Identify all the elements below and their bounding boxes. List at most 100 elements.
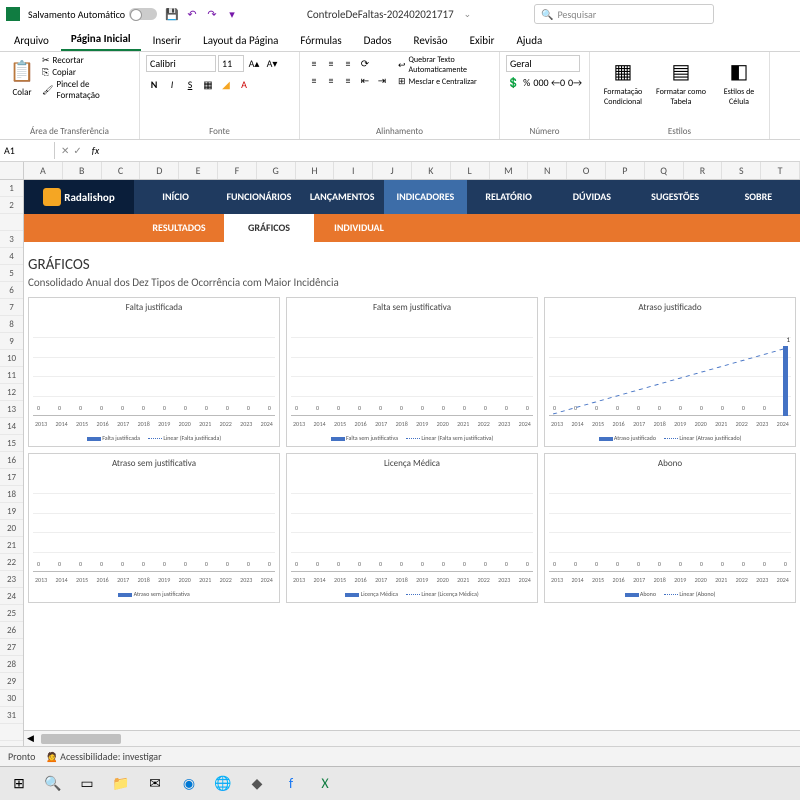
- autosave-toggle[interactable]: Salvamento Automático: [28, 8, 157, 21]
- col-header[interactable]: H: [296, 162, 335, 179]
- col-header[interactable]: I: [334, 162, 373, 179]
- task-view-icon[interactable]: ▭: [72, 770, 102, 798]
- nav-dúvidas[interactable]: DÚVIDAS: [550, 180, 633, 214]
- currency-icon[interactable]: 💲: [506, 74, 520, 90]
- search-taskbar-icon[interactable]: 🔍: [38, 770, 68, 798]
- row-header[interactable]: 3: [0, 231, 23, 248]
- row-header[interactable]: 15: [0, 435, 23, 452]
- brand-logo[interactable]: Radalishop: [24, 180, 134, 214]
- col-header[interactable]: A: [24, 162, 63, 179]
- paste-button[interactable]: 📋 Colar: [6, 55, 38, 125]
- menu-tab-arquivo[interactable]: Arquivo: [4, 30, 59, 51]
- merge-center-button[interactable]: ⊞Mesclar e Centralizar: [398, 76, 493, 87]
- row-header[interactable]: 25: [0, 605, 23, 622]
- accessibility-status[interactable]: 🙍 Acessibilidade: investigar: [45, 750, 161, 763]
- underline-button[interactable]: S: [182, 76, 198, 92]
- cut-button[interactable]: ✂Recortar: [42, 55, 133, 66]
- percent-icon[interactable]: %: [521, 74, 532, 90]
- col-header[interactable]: F: [218, 162, 257, 179]
- nav-funcionários[interactable]: FUNCIONÁRIOS: [217, 180, 300, 214]
- row-header[interactable]: 16: [0, 452, 23, 469]
- col-header[interactable]: S: [722, 162, 761, 179]
- align-middle-icon[interactable]: ≡: [323, 55, 339, 71]
- sheet-content[interactable]: Radalishop INÍCIOFUNCIONÁRIOSLANÇAMENTOS…: [24, 180, 800, 746]
- col-header[interactable]: E: [179, 162, 218, 179]
- format-painter-button[interactable]: 🖌Pincel de Formatação: [42, 79, 133, 101]
- col-header[interactable]: B: [63, 162, 102, 179]
- dec-inc-icon[interactable]: ←0: [550, 74, 566, 90]
- col-header[interactable]: O: [567, 162, 606, 179]
- font-name-select[interactable]: Calibri: [146, 55, 216, 72]
- row-header[interactable]: 1: [0, 180, 23, 197]
- nav-lançamentos[interactable]: LANÇAMENTOS: [301, 180, 384, 214]
- scroll-thumb[interactable]: [41, 734, 121, 744]
- border-button[interactable]: ▦: [200, 76, 216, 92]
- row-header[interactable]: 5: [0, 265, 23, 282]
- search-input[interactable]: 🔍 Pesquisar: [534, 4, 714, 24]
- align-left-icon[interactable]: ≡: [306, 72, 322, 88]
- col-header[interactable]: T: [761, 162, 800, 179]
- number-format-select[interactable]: Geral: [506, 55, 580, 72]
- row-header[interactable]: 22: [0, 554, 23, 571]
- fill-color-button[interactable]: ◢: [218, 76, 234, 92]
- menu-tab-fórmulas[interactable]: Fórmulas: [290, 30, 351, 51]
- menu-tab-layout-da-página[interactable]: Layout da Página: [193, 30, 288, 51]
- font-size-select[interactable]: 11: [218, 55, 244, 72]
- menu-tab-página-inicial[interactable]: Página Inicial: [61, 28, 141, 51]
- indent-inc-icon[interactable]: ⇥: [374, 72, 390, 88]
- row-header[interactable]: 14: [0, 418, 23, 435]
- align-right-icon[interactable]: ≡: [340, 72, 356, 88]
- explorer-icon[interactable]: 📁: [106, 770, 136, 798]
- row-header[interactable]: 12: [0, 384, 23, 401]
- copy-button[interactable]: ⎘Copiar: [42, 67, 133, 78]
- subnav-gráficos[interactable]: GRÁFICOS: [224, 214, 314, 242]
- row-header[interactable]: [0, 724, 23, 741]
- col-header[interactable]: L: [451, 162, 490, 179]
- row-header[interactable]: 27: [0, 639, 23, 656]
- row-header[interactable]: 11: [0, 367, 23, 384]
- name-box[interactable]: A1: [0, 142, 55, 159]
- bold-button[interactable]: N: [146, 76, 162, 92]
- font-color-button[interactable]: A: [236, 76, 252, 92]
- row-header[interactable]: 23: [0, 571, 23, 588]
- save-icon[interactable]: 💾: [165, 7, 179, 21]
- menu-tab-inserir[interactable]: Inserir: [143, 30, 192, 51]
- align-bottom-icon[interactable]: ≡: [340, 55, 356, 71]
- nav-sugestões[interactable]: SUGESTÕES: [634, 180, 717, 214]
- format-table-button[interactable]: ▤Formatar como Tabela: [654, 55, 708, 125]
- row-header[interactable]: 28: [0, 656, 23, 673]
- undo-icon[interactable]: ↶: [185, 7, 199, 21]
- horizontal-scrollbar[interactable]: ◀: [24, 730, 800, 746]
- row-header[interactable]: 4: [0, 248, 23, 265]
- orientation-icon[interactable]: ⟳: [357, 55, 373, 71]
- menu-tab-dados[interactable]: Dados: [354, 30, 402, 51]
- decrease-font-icon[interactable]: A▾: [264, 56, 280, 72]
- col-header[interactable]: M: [490, 162, 529, 179]
- enter-icon[interactable]: ✓: [73, 144, 81, 157]
- col-header[interactable]: D: [140, 162, 179, 179]
- toggle-icon[interactable]: [129, 8, 157, 20]
- conditional-format-button[interactable]: ▦Formatação Condicional: [596, 55, 650, 125]
- fx-icon[interactable]: fx: [88, 144, 103, 157]
- dec-dec-icon[interactable]: 0→: [567, 74, 583, 90]
- col-header[interactable]: C: [102, 162, 141, 179]
- row-header[interactable]: 13: [0, 401, 23, 418]
- col-header[interactable]: J: [373, 162, 412, 179]
- nav-sobre[interactable]: SOBRE: [717, 180, 800, 214]
- redo-icon[interactable]: ↷: [205, 7, 219, 21]
- select-all-corner[interactable]: [0, 162, 24, 179]
- row-header[interactable]: 21: [0, 537, 23, 554]
- chart-1[interactable]: Falta sem justificativa00000000000020132…: [286, 297, 538, 447]
- nav-início[interactable]: INÍCIO: [134, 180, 217, 214]
- row-header[interactable]: 6: [0, 282, 23, 299]
- mail-icon[interactable]: ✉: [140, 770, 170, 798]
- start-button[interactable]: ⊞: [4, 770, 34, 798]
- subnav-individual[interactable]: INDIVIDUAL: [314, 214, 404, 242]
- row-header[interactable]: 9: [0, 333, 23, 350]
- cancel-icon[interactable]: ✕: [61, 144, 69, 157]
- thousands-icon[interactable]: 000: [533, 74, 549, 90]
- row-header[interactable]: 26: [0, 622, 23, 639]
- align-top-icon[interactable]: ≡: [306, 55, 322, 71]
- col-header[interactable]: Q: [645, 162, 684, 179]
- row-header[interactable]: 31: [0, 707, 23, 724]
